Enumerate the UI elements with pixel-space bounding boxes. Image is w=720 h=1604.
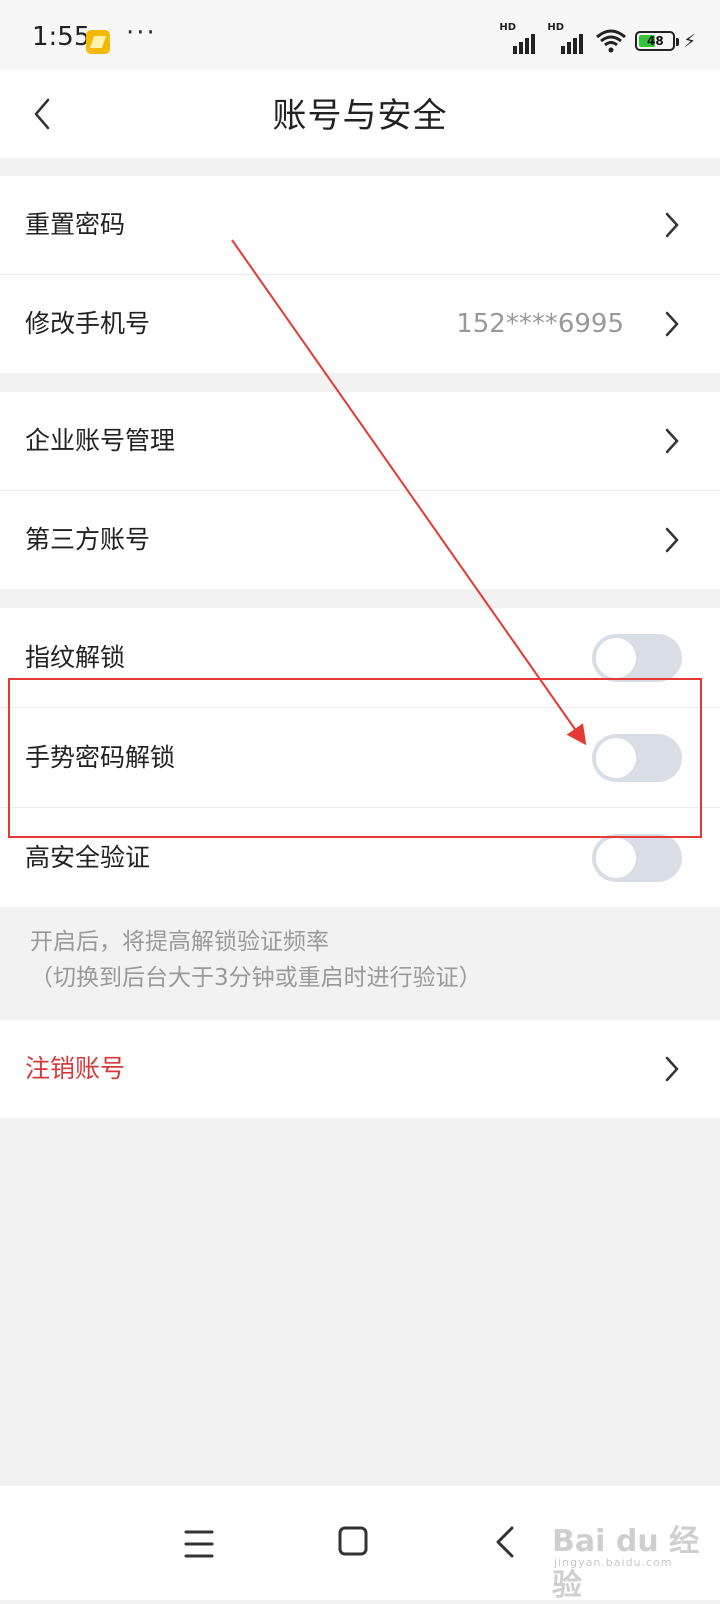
- phone-number: 152****6995: [456, 309, 624, 339]
- row-label: 重置密码: [25, 210, 126, 239]
- gesture-password-row: 手势密码解锁: [0, 708, 720, 808]
- watermark-url: jingyan.baidu.com: [554, 1556, 673, 1569]
- wifi-icon: [596, 29, 627, 53]
- row-label: 企业账号管理: [25, 426, 176, 455]
- chevron-right-icon: [665, 1056, 679, 1082]
- linked-accounts-group: 企业账号管理 第三方账号: [0, 392, 720, 589]
- charging-icon: ⚡: [683, 30, 696, 52]
- high-security-row: 高安全验证: [0, 808, 720, 907]
- chevron-right-icon: [665, 428, 679, 454]
- gesture-password-toggle[interactable]: [592, 734, 682, 782]
- back-triangle-icon: [496, 1526, 514, 1558]
- battery-level: 48: [647, 34, 664, 48]
- hd-badge: HD: [499, 22, 517, 33]
- row-label: 修改手机号: [25, 309, 151, 338]
- toggle-knob: [596, 738, 636, 778]
- menu-icon: [184, 1530, 214, 1558]
- fingerprint-unlock-toggle[interactable]: [592, 634, 682, 682]
- chevron-right-icon: [665, 527, 679, 553]
- recent-apps-button[interactable]: [170, 1516, 230, 1572]
- gallery-icon: [86, 30, 110, 54]
- hd-badge: HD: [547, 22, 565, 33]
- signal-icon: HD: [499, 22, 539, 56]
- row-label: 手势密码解锁: [25, 743, 176, 772]
- change-phone-row[interactable]: 修改手机号 152****6995: [0, 275, 720, 373]
- third-party-account-row[interactable]: 第三方账号: [0, 491, 720, 589]
- hint-line: （切换到后台大于3分钟或重启时进行验证）: [30, 965, 482, 991]
- signal-icon: HD: [547, 22, 587, 56]
- page-title: 账号与安全: [272, 96, 448, 136]
- status-indicators: HD HD 48 ⚡: [499, 22, 696, 58]
- header: 账号与安全: [0, 70, 720, 158]
- home-square-icon: [338, 1526, 368, 1556]
- row-label: 高安全验证: [25, 843, 151, 872]
- cancel-account-row[interactable]: 注销账号: [0, 1020, 720, 1118]
- account-group: 重置密码 修改手机号 152****6995: [0, 176, 720, 373]
- toggle-knob: [596, 638, 636, 678]
- toggle-knob: [596, 838, 636, 878]
- home-button[interactable]: [328, 1516, 388, 1572]
- chevron-right-icon: [665, 212, 679, 238]
- status-bar: 1:55 ··· HD HD 48 ⚡: [0, 0, 720, 70]
- battery-icon: 48: [635, 31, 680, 51]
- row-label: 注销账号: [25, 1054, 126, 1083]
- system-back-button[interactable]: [484, 1516, 544, 1572]
- status-time: 1:55: [32, 22, 91, 52]
- security-group: 指纹解锁 手势密码解锁 高安全验证: [0, 608, 720, 907]
- enterprise-account-row[interactable]: 企业账号管理: [0, 392, 720, 491]
- more-notifications-icon: ···: [126, 18, 157, 48]
- reset-password-row[interactable]: 重置密码: [0, 176, 720, 275]
- security-hint: 开启后，将提高解锁验证频率 （切换到后台大于3分钟或重启时进行验证）: [30, 924, 690, 996]
- baidu-watermark: Bai du 经验 jingyan.baidu.com: [552, 1506, 702, 1603]
- high-security-toggle[interactable]: [592, 834, 682, 882]
- fingerprint-unlock-row: 指纹解锁: [0, 608, 720, 708]
- danger-group: 注销账号: [0, 1020, 720, 1118]
- row-label: 指纹解锁: [25, 643, 126, 672]
- hint-line: 开启后，将提高解锁验证频率: [30, 929, 329, 955]
- chevron-right-icon: [665, 311, 679, 337]
- row-label: 第三方账号: [25, 525, 151, 554]
